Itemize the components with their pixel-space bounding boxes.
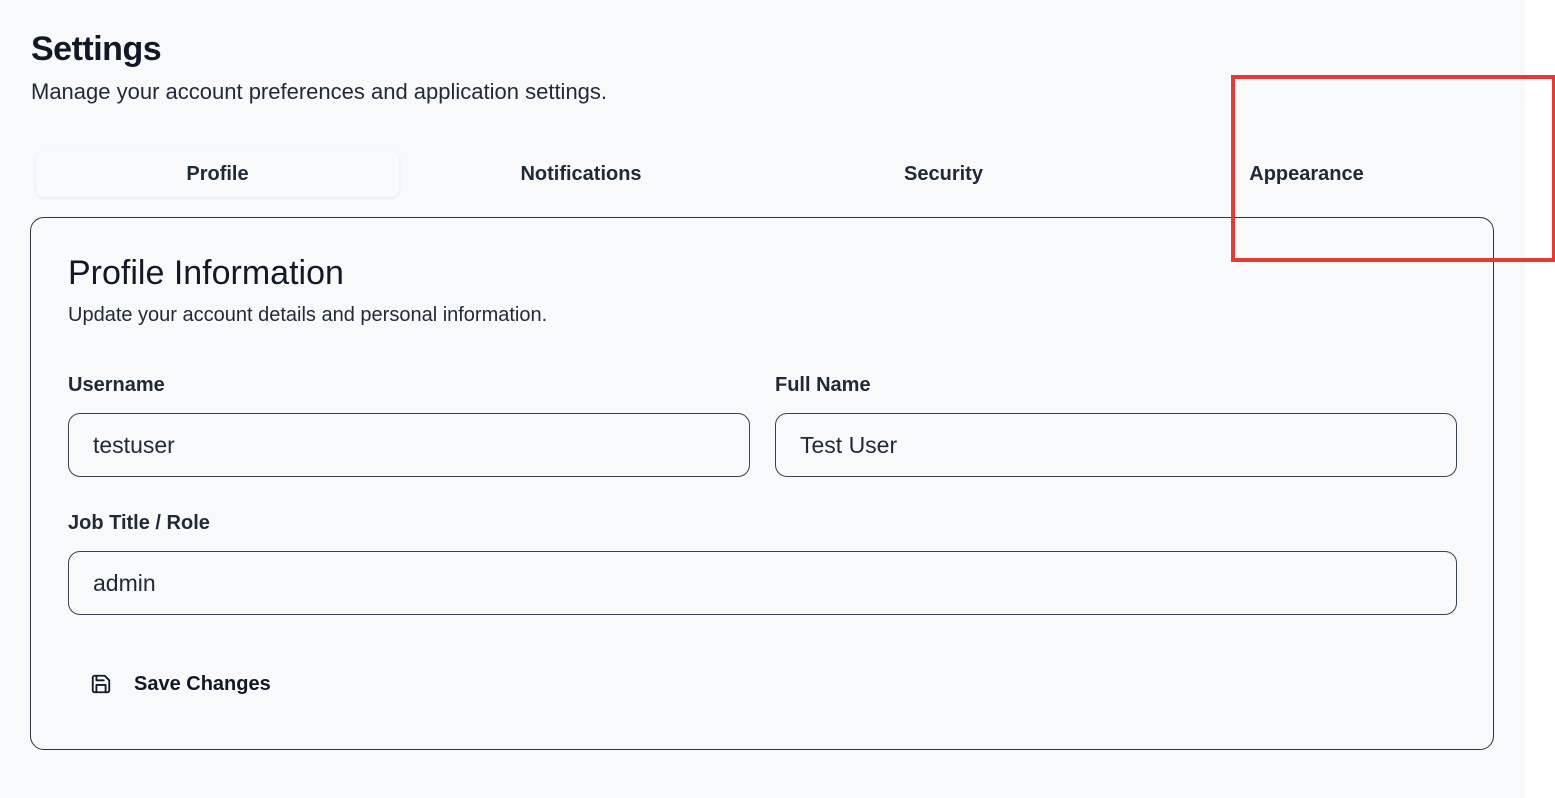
card-subtitle: Update your account details and personal…	[68, 304, 548, 326]
username-input[interactable]	[68, 413, 750, 477]
full-name-input[interactable]	[775, 413, 1457, 477]
settings-tabs: Profile Notifications Security Appearanc…	[31, 148, 1494, 204]
job-title-input[interactable]	[68, 551, 1457, 615]
settings-page: Settings Manage your account preferences…	[0, 0, 1525, 798]
job-title-label: Job Title / Role	[68, 512, 210, 534]
profile-information-card: Profile Information Update your account …	[30, 217, 1494, 750]
card-title: Profile Information	[68, 254, 344, 292]
username-label: Username	[68, 374, 165, 396]
save-changes-button[interactable]: Save Changes	[76, 660, 283, 708]
tab-security[interactable]: Security	[762, 151, 1125, 197]
full-name-label: Full Name	[775, 374, 871, 396]
page-subtitle: Manage your account preferences and appl…	[31, 79, 608, 104]
tab-profile[interactable]: Profile	[36, 151, 399, 197]
tab-appearance[interactable]: Appearance	[1125, 151, 1488, 197]
save-changes-label: Save Changes	[134, 672, 271, 695]
save-icon	[90, 673, 112, 695]
page-title: Settings	[31, 30, 162, 68]
tab-notifications[interactable]: Notifications	[399, 151, 763, 197]
